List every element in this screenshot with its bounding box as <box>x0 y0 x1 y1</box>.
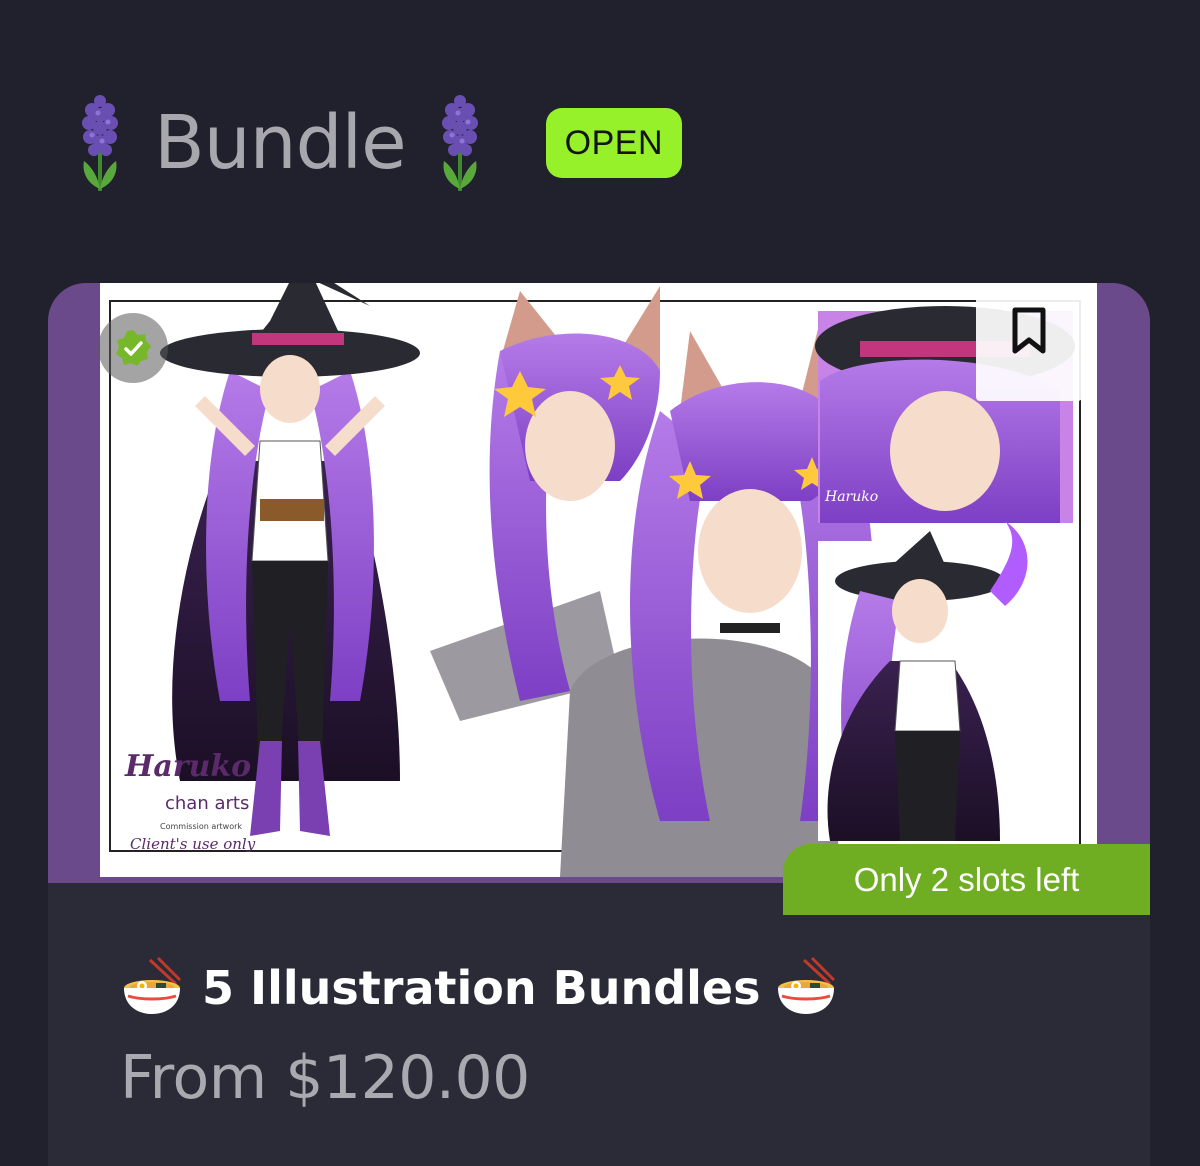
product-card[interactable]: Haruko chan arts Commission artwork Clie… <box>48 283 1150 1166</box>
witch-small-pose <box>818 521 1073 841</box>
product-image-area[interactable]: Haruko chan arts Commission artwork Clie… <box>48 283 1150 883</box>
section-title: Bundle <box>154 100 407 186</box>
product-title-row[interactable]: 5 Illustration Bundles <box>120 953 838 1023</box>
bookmark-button[interactable] <box>976 283 1082 401</box>
svg-text:Haruko: Haruko <box>824 489 878 505</box>
svg-text:Client's use only: Client's use only <box>130 835 256 853</box>
ramen-bowl-icon <box>120 956 184 1020</box>
product-title[interactable]: 5 Illustration Bundles <box>202 961 760 1015</box>
artist-watermark: Haruko chan arts Commission artwork Clie… <box>124 749 256 853</box>
svg-text:Haruko: Haruko <box>124 749 251 784</box>
product-artwork[interactable]: Haruko chan arts Commission artwork Clie… <box>100 283 1097 877</box>
product-price: From $120.00 <box>120 1043 530 1113</box>
hyacinth-icon <box>72 93 128 193</box>
hyacinth-icon <box>432 93 488 193</box>
section-header: Bundle OPEN <box>72 88 682 198</box>
slots-left-banner: Only 2 slots left <box>783 844 1150 915</box>
ramen-bowl-icon <box>774 956 838 1020</box>
commission-page: Bundle OPEN Haruko chan arts Commission … <box>0 0 1200 1166</box>
bookmark-icon <box>1012 307 1046 354</box>
svg-text:chan arts: chan arts <box>165 793 249 814</box>
svg-text:Commission artwork: Commission artwork <box>160 822 242 831</box>
check-badge-icon <box>98 313 168 383</box>
status-badge: OPEN <box>545 108 682 178</box>
